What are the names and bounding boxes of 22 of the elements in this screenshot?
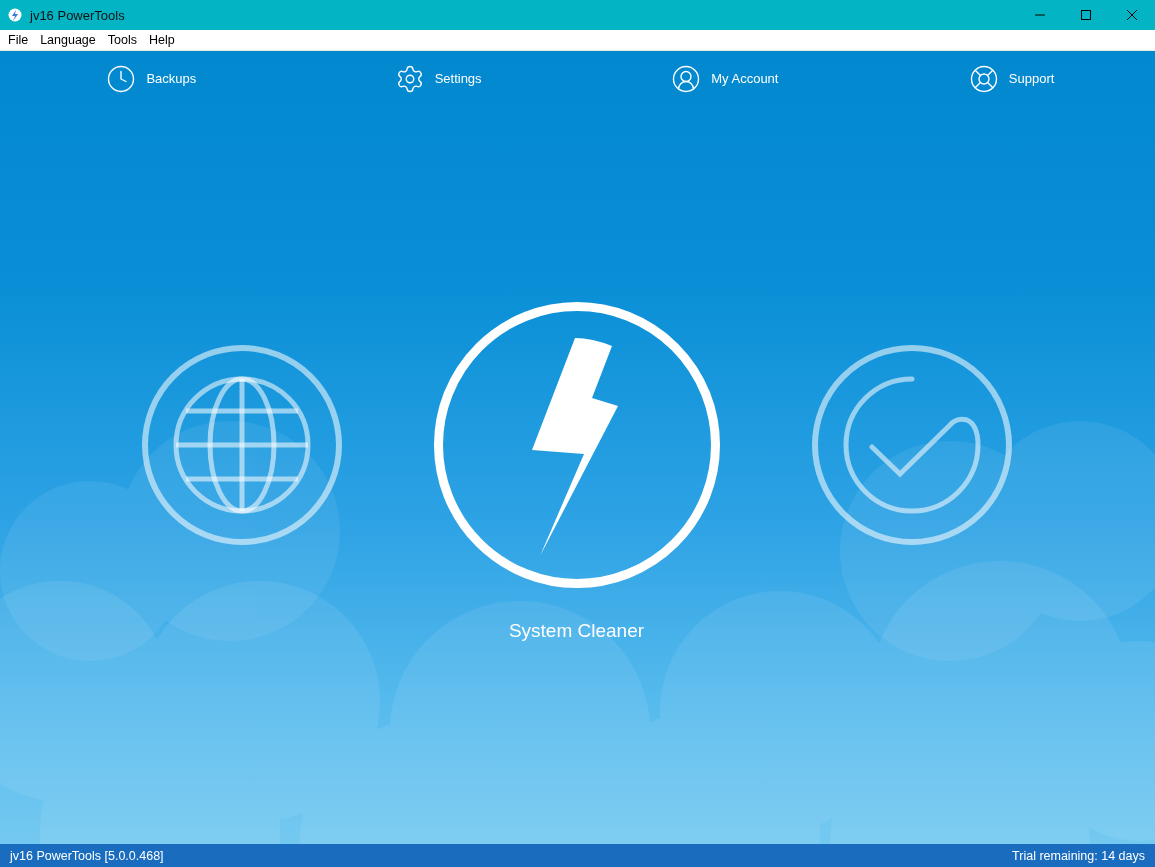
nav-link[interactable]: Support xyxy=(868,51,1155,106)
lifebuoy-icon xyxy=(968,63,999,94)
menu-item[interactable]: Language xyxy=(34,33,102,47)
trial-text: Trial remaining: 14 days xyxy=(1012,848,1145,863)
nav-link[interactable]: Settings xyxy=(294,51,582,106)
maximize-icon xyxy=(1081,10,1091,20)
nav-link[interactable]: Backups xyxy=(8,51,295,106)
person-icon xyxy=(671,63,702,94)
menu-item[interactable]: File xyxy=(2,33,35,47)
close-icon xyxy=(1127,10,1137,20)
nav-link[interactable]: My Account xyxy=(581,51,869,106)
clock-icon xyxy=(106,63,137,94)
tool-button[interactable] xyxy=(433,302,720,588)
tool-label: System Cleaner xyxy=(508,620,645,642)
globe-icon xyxy=(171,375,312,515)
app-logo-icon xyxy=(8,7,22,23)
menu-item[interactable]: Help xyxy=(142,33,181,47)
window-title: jv16 PowerTools xyxy=(30,7,125,23)
tool-button[interactable] xyxy=(141,345,342,545)
menu-item[interactable]: Tools xyxy=(101,33,143,47)
tool-button[interactable] xyxy=(811,345,1012,545)
version-text: jv16 PowerTools [5.0.0.468] xyxy=(10,848,164,863)
